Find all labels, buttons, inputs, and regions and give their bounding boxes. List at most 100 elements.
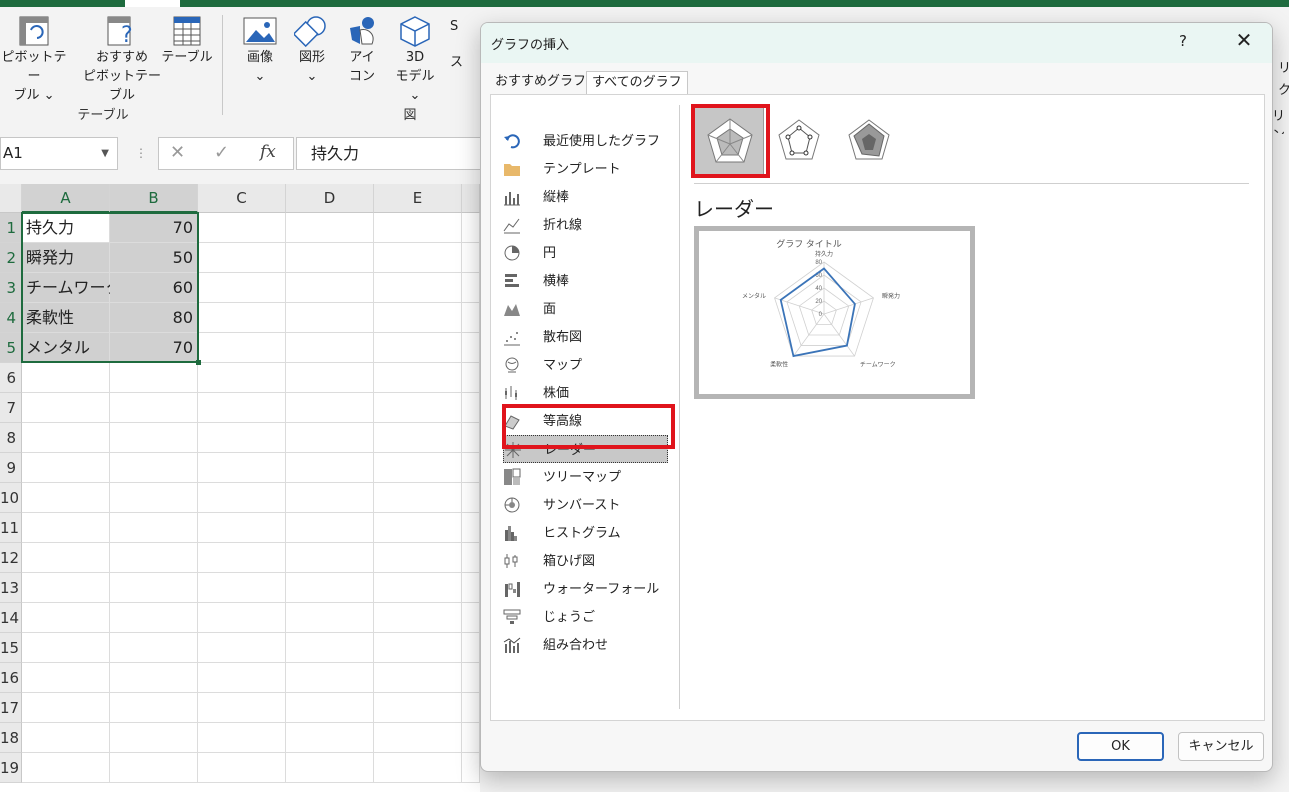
cell-empty[interactable] — [462, 333, 480, 363]
icons-button[interactable]: アイ コン — [342, 14, 382, 86]
cell-empty[interactable] — [286, 393, 374, 423]
cell-empty[interactable] — [198, 723, 286, 753]
cell-empty[interactable] — [462, 213, 480, 243]
ok-button[interactable]: OK — [1077, 732, 1164, 761]
cell-empty[interactable] — [110, 603, 198, 633]
chart-category-combo-chart[interactable]: 組み合わせ — [503, 631, 668, 659]
cell-empty[interactable] — [462, 303, 480, 333]
cell-empty[interactable] — [22, 723, 110, 753]
cell-empty[interactable] — [374, 453, 462, 483]
cell-empty[interactable] — [374, 213, 462, 243]
cell-empty[interactable] — [374, 663, 462, 693]
row-header-12[interactable]: 12 — [0, 543, 22, 573]
row-header-5[interactable]: 5 — [0, 333, 22, 363]
cell-empty[interactable] — [198, 603, 286, 633]
cell-empty[interactable] — [198, 753, 286, 783]
cell-empty[interactable] — [198, 363, 286, 393]
image-button[interactable]: 画像 ⌄ — [238, 14, 282, 86]
shape-button[interactable]: 図形 ⌄ — [290, 14, 334, 86]
chart-category-waterfall-chart[interactable]: ウォーターフォール — [503, 575, 668, 603]
cell-empty[interactable] — [22, 453, 110, 483]
cell-empty[interactable] — [22, 543, 110, 573]
cell-value[interactable]: 70 — [110, 333, 198, 363]
smartart-button-partial[interactable]: S — [450, 19, 458, 34]
chart-category-line-chart[interactable]: 折れ線 — [503, 211, 668, 239]
cell-empty[interactable] — [198, 513, 286, 543]
cell-empty[interactable] — [110, 363, 198, 393]
cell-empty[interactable] — [198, 213, 286, 243]
select-all-corner[interactable] — [0, 184, 22, 213]
chart-category-folder[interactable]: テンプレート — [503, 155, 668, 183]
cell-empty[interactable] — [374, 603, 462, 633]
chart-category-scatter-chart[interactable]: 散布図 — [503, 323, 668, 351]
name-box[interactable]: A1 ▼ — [0, 137, 118, 170]
cell-empty[interactable] — [286, 753, 374, 783]
cell-empty[interactable] — [22, 663, 110, 693]
cell-value[interactable]: 80 — [110, 303, 198, 333]
chart-category-map-chart[interactable]: マップ — [503, 351, 668, 379]
cell-empty[interactable] — [462, 513, 480, 543]
tab-all-charts[interactable]: すべてのグラフ — [586, 71, 688, 95]
cell-empty[interactable] — [286, 573, 374, 603]
recommended-pivot-button[interactable]: ? おすすめ ピボットテーブル — [82, 14, 162, 105]
cell-empty[interactable] — [22, 393, 110, 423]
cell-empty[interactable] — [374, 483, 462, 513]
cell-empty[interactable] — [198, 273, 286, 303]
chart-category-treemap-chart[interactable]: ツリーマップ — [503, 463, 668, 491]
cell-empty[interactable] — [110, 753, 198, 783]
cell-empty[interactable] — [462, 393, 480, 423]
column-header-D[interactable]: D — [286, 184, 374, 213]
cell-empty[interactable] — [286, 483, 374, 513]
cell-empty[interactable] — [374, 513, 462, 543]
cell-empty[interactable] — [286, 273, 374, 303]
chart-category-sunburst-chart[interactable]: サンバースト — [503, 491, 668, 519]
cell-empty[interactable] — [22, 693, 110, 723]
cell-empty[interactable] — [22, 603, 110, 633]
cell-empty[interactable] — [286, 513, 374, 543]
filled-radar-subtype-thumb[interactable] — [834, 106, 904, 176]
cell-empty[interactable] — [462, 423, 480, 453]
cell-empty[interactable] — [462, 753, 480, 783]
row-header-2[interactable]: 2 — [0, 243, 22, 273]
row-header-17[interactable]: 17 — [0, 693, 22, 723]
cell-empty[interactable] — [374, 303, 462, 333]
cell-empty[interactable] — [374, 693, 462, 723]
chart-category-undo[interactable]: 最近使用したグラフ — [503, 127, 668, 155]
cancel-button[interactable]: キャンセル — [1178, 732, 1264, 761]
screenshot-button-partial[interactable]: ス — [450, 51, 463, 70]
cancel-entry-icon[interactable]: ✕ — [170, 142, 185, 163]
cell-empty[interactable] — [110, 423, 198, 453]
chart-category-histogram-chart[interactable]: ヒストグラム — [503, 519, 668, 547]
fill-handle[interactable] — [196, 360, 201, 365]
column-header-B[interactable]: B — [110, 184, 198, 213]
cell-label[interactable]: チームワーク — [22, 273, 122, 303]
chart-category-pie-chart[interactable]: 円 — [503, 239, 668, 267]
cell-empty[interactable] — [286, 723, 374, 753]
cell-empty[interactable] — [462, 693, 480, 723]
column-header-E[interactable]: E — [374, 184, 462, 213]
row-header-19[interactable]: 19 — [0, 753, 22, 783]
help-icon[interactable]: ? — [1179, 32, 1187, 50]
cell-empty[interactable] — [286, 243, 374, 273]
cell-empty[interactable] — [22, 753, 110, 783]
cell-empty[interactable] — [198, 573, 286, 603]
cell-empty[interactable] — [22, 633, 110, 663]
cell-empty[interactable] — [286, 663, 374, 693]
tab-recommended-charts[interactable]: おすすめグラフ — [490, 71, 591, 95]
cell-empty[interactable] — [198, 393, 286, 423]
cell-empty[interactable] — [374, 273, 462, 303]
cell-empty[interactable] — [286, 333, 374, 363]
drag-handle-icon[interactable]: ⋮ — [135, 146, 147, 160]
cell-empty[interactable] — [286, 633, 374, 663]
cell-empty[interactable] — [374, 723, 462, 753]
confirm-entry-icon[interactable]: ✓ — [214, 142, 229, 163]
cell-label[interactable]: メンタル — [22, 333, 110, 363]
cell-empty[interactable] — [110, 543, 198, 573]
cell-empty[interactable] — [374, 633, 462, 663]
cell-empty[interactable] — [198, 453, 286, 483]
row-header-7[interactable]: 7 — [0, 393, 22, 423]
row-header-4[interactable]: 4 — [0, 303, 22, 333]
cell-value[interactable]: 70 — [110, 213, 198, 243]
cell-empty[interactable] — [374, 543, 462, 573]
link-button-partial[interactable]: リ — [1278, 57, 1289, 76]
